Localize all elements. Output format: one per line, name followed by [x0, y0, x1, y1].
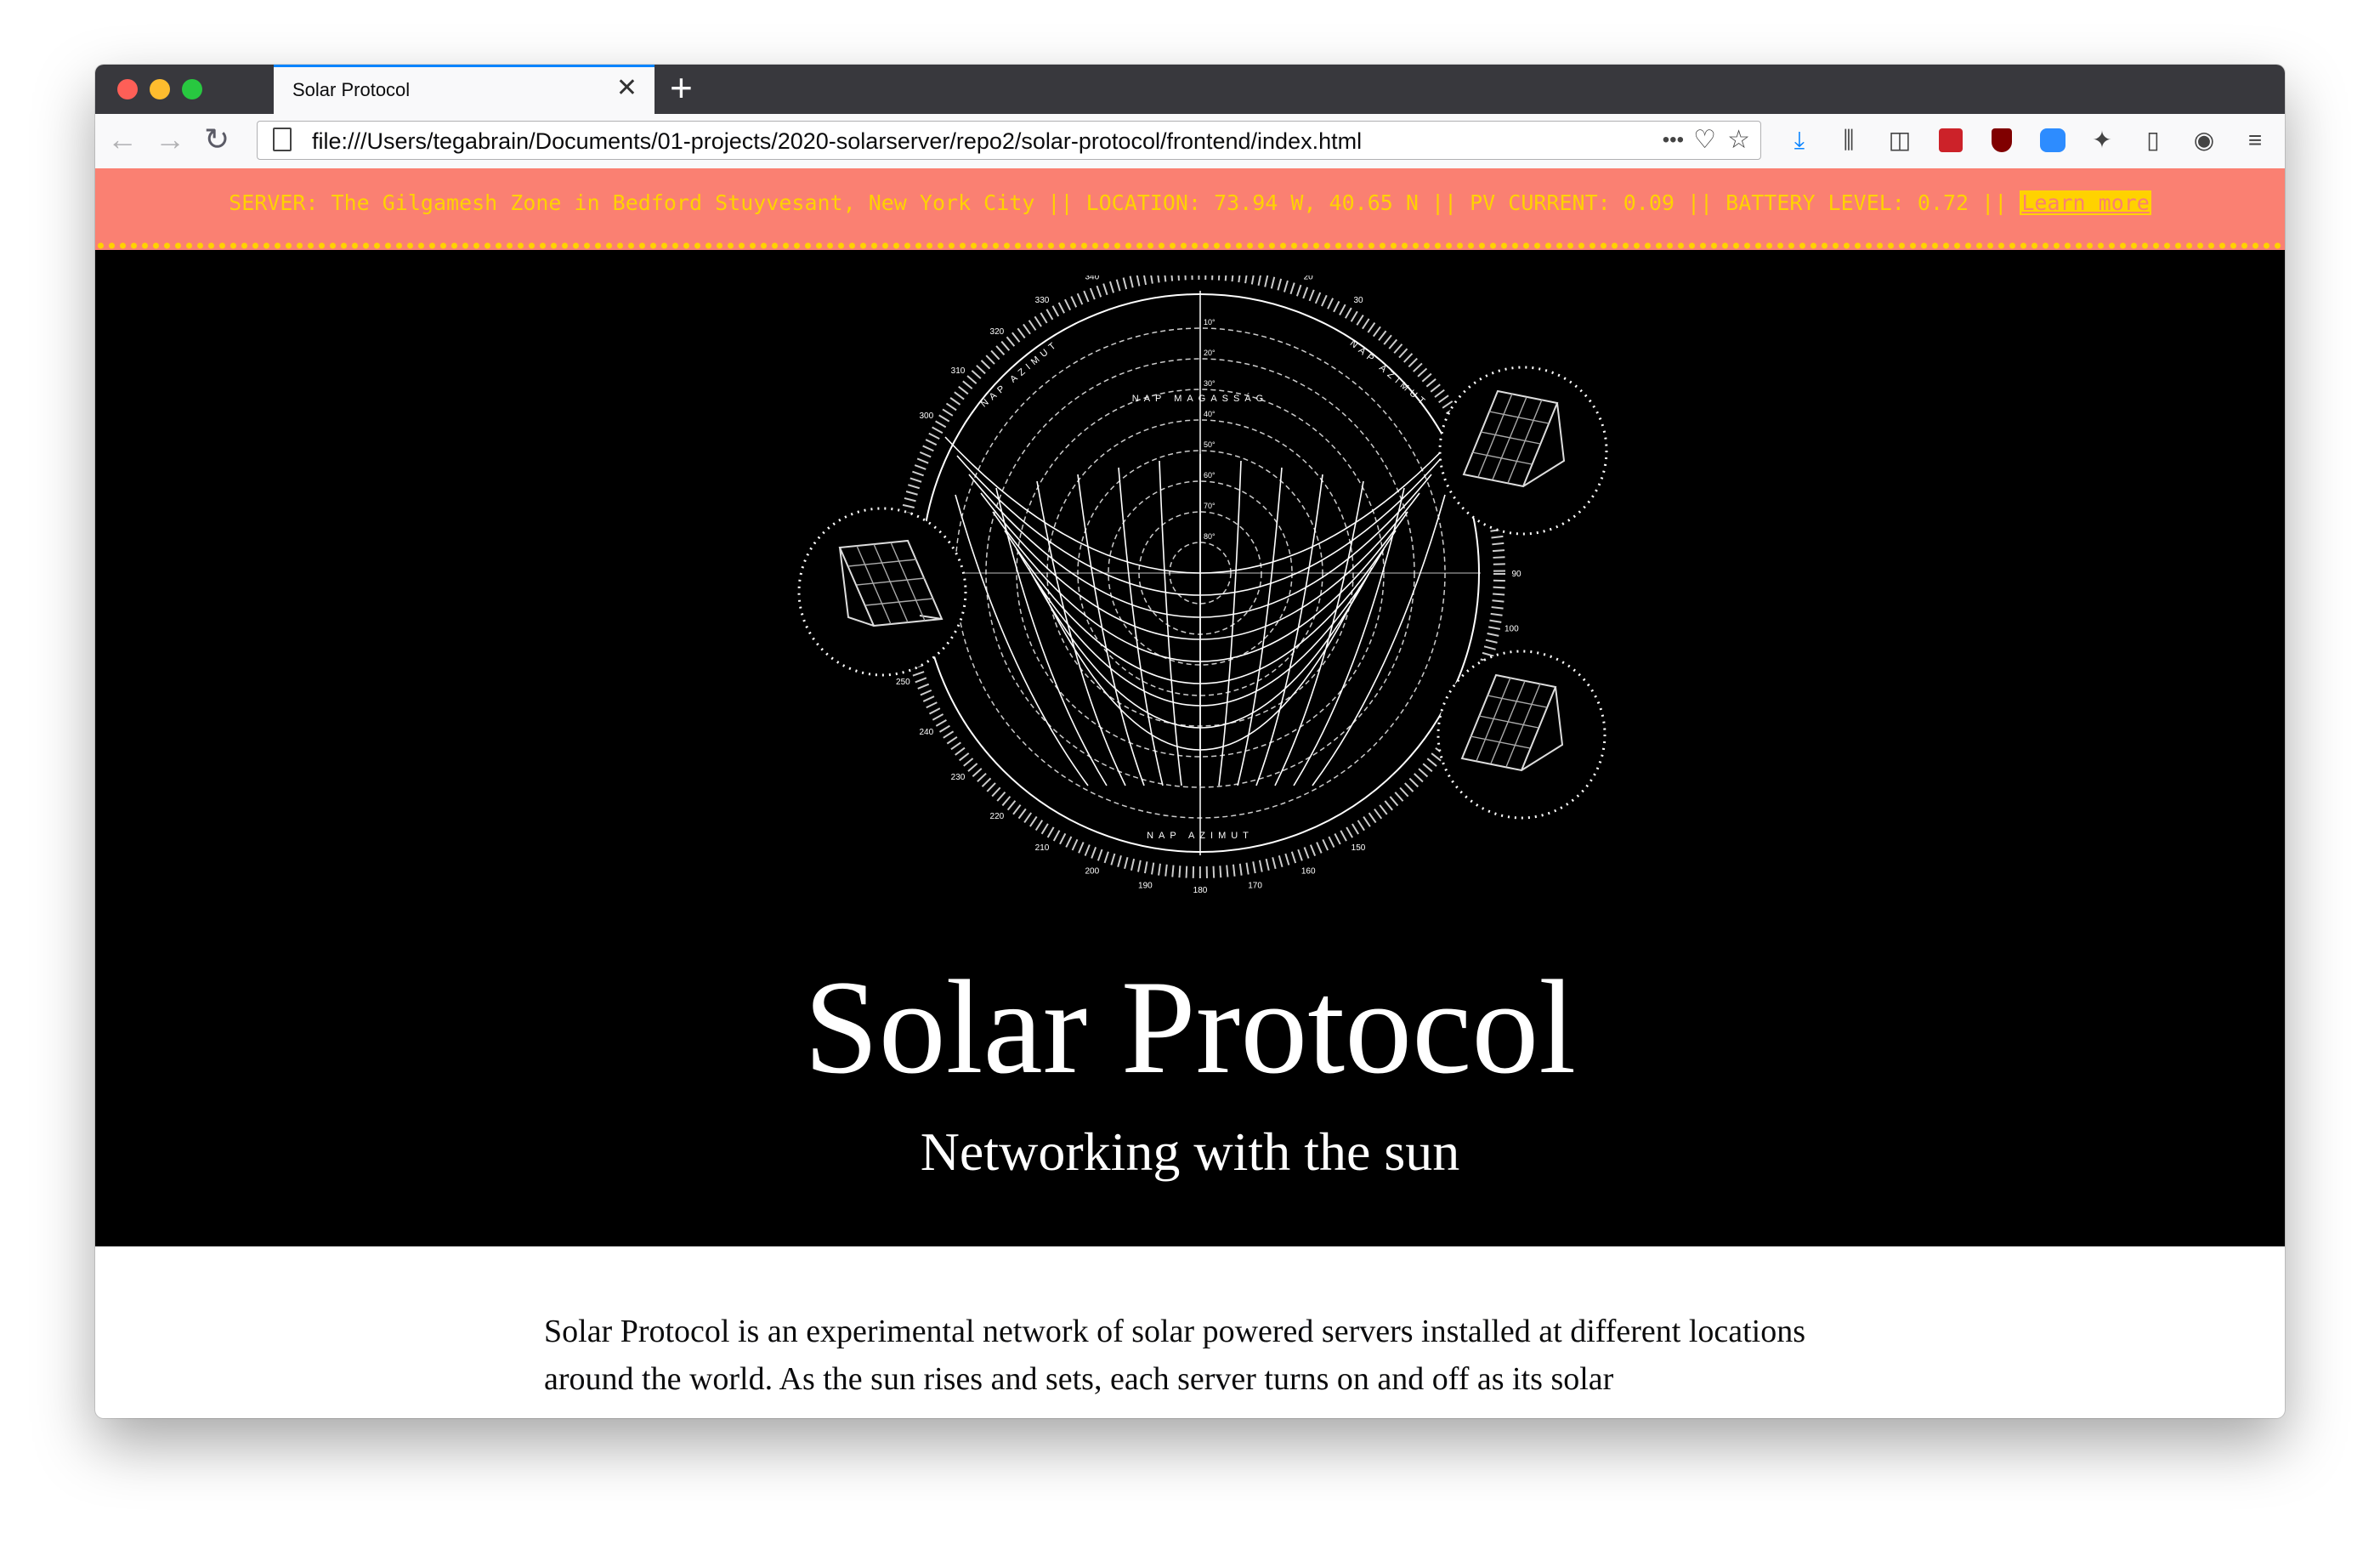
server-status-text: SERVER: The Gilgamesh Zone in Bedford St…: [229, 190, 2008, 215]
reader-icon[interactable]: ▯: [2139, 126, 2168, 155]
bookmark-star-icon[interactable]: ☆: [1727, 125, 1750, 156]
banner-dotted-border: [95, 241, 2285, 250]
hero-section: 10°20°30°40°50°60°70°80°3501020303403303…: [95, 250, 2285, 1246]
hour-line: [1255, 474, 1323, 786]
tab-solar-protocol[interactable]: Solar Protocol ✕: [274, 65, 654, 114]
compass-tick-label: 160: [1301, 867, 1316, 877]
compass-tick-label: 310: [951, 366, 966, 376]
solar-panel-top-right: [1438, 366, 1608, 536]
compass-tick-label: 100: [1504, 625, 1519, 634]
compass-tick-label: 180: [1193, 886, 1208, 895]
compass-tick-label: 220: [990, 812, 1005, 821]
downloads-icon[interactable]: ⤓: [1785, 126, 1814, 155]
compass-tick-label: 210: [1035, 843, 1050, 853]
hour-line: [1218, 460, 1242, 786]
altitude-label: NAP MAGASSÁG: [1132, 393, 1268, 404]
back-arrow-icon[interactable]: ←: [107, 122, 138, 156]
intro-paragraph: Solar Protocol is an experimental networ…: [544, 1314, 1806, 1397]
compass-tick-label: 330: [1035, 296, 1050, 305]
altitude-tick-label: 10°: [1204, 318, 1216, 326]
azimuth-label-bottom: NAP AZIMUT: [1147, 831, 1254, 841]
compass-tick-label: 20: [1304, 275, 1314, 281]
maximize-window-button[interactable]: [182, 79, 202, 99]
ublock-icon[interactable]: [1987, 126, 2016, 155]
close-window-button[interactable]: [117, 79, 138, 99]
solar-panel-bottom-right: [1436, 650, 1606, 820]
altitude-tick-label: 20°: [1204, 349, 1216, 357]
page-title: Solar Protocol: [803, 953, 1577, 1102]
url-text[interactable]: file:///Users/tegabrain/Documents/01-pro…: [312, 128, 1362, 155]
url-bar[interactable]: file:///Users/tegabrain/Documents/01-pro…: [257, 121, 1761, 160]
compass-tick-label: 190: [1138, 881, 1153, 890]
pin-icon[interactable]: ✦: [2088, 126, 2116, 155]
compass-tick-label: 300: [919, 412, 933, 421]
solar-panel-left: [797, 507, 967, 677]
page-subtitle: Networking with the sun: [920, 1121, 1460, 1182]
compass-tick-label: 320: [990, 327, 1005, 337]
page-actions-icon[interactable]: •••: [1663, 125, 1684, 156]
learn-more-link[interactable]: Learn more: [2020, 190, 2151, 215]
compass-tick-label: 240: [919, 728, 933, 737]
tab-title: Solar Protocol: [292, 79, 411, 100]
close-tab-icon[interactable]: ✕: [616, 76, 638, 101]
altitude-tick-label: 30°: [1204, 379, 1216, 388]
altitude-tick-label: 60°: [1204, 471, 1216, 480]
altitude-tick-label: 80°: [1204, 532, 1216, 541]
pinterest-icon[interactable]: ◉: [2190, 126, 2218, 155]
hour-line: [1159, 460, 1182, 786]
azimuth-label-left: NAP AZIMUT: [979, 338, 1061, 410]
compass-tick-label: 30: [1353, 296, 1363, 305]
server-status-banner: SERVER: The Gilgamesh Zone in Bedford St…: [95, 168, 2285, 250]
compass-tick-label: 230: [951, 773, 966, 782]
sun-path-chart: [895, 275, 1505, 878]
sun-path-diagram: 10°20°30°40°50°60°70°80°3501020303403303…: [797, 275, 1608, 895]
new-tab-button[interactable]: +: [670, 68, 693, 107]
compass-tick-label: 150: [1352, 843, 1366, 853]
navigation-toolbar: ← → ↻ file:///Users/tegabrain/Documents/…: [95, 114, 2285, 169]
compass-tick-label: 340: [1085, 275, 1099, 281]
altitude-tick-label: 50°: [1204, 440, 1216, 449]
compass-tick-label: 170: [1248, 881, 1262, 890]
altitude-tick-label: 70°: [1204, 502, 1216, 510]
compass-tick-labels: 10°20°30°40°50°60°70°80°3501020303403303…: [881, 275, 1522, 895]
reload-icon[interactable]: ↻: [204, 122, 230, 156]
compass-tick-label: 200: [1085, 867, 1099, 877]
minimize-window-button[interactable]: [150, 79, 170, 99]
library-icon[interactable]: ⫼: [1834, 126, 1863, 155]
azimuth-label-right: NAP AZIMUT: [1348, 338, 1430, 410]
tab-strip: Solar Protocol ✕ +: [95, 65, 2285, 114]
altitude-tick-label: 40°: [1204, 410, 1216, 418]
zoom-icon[interactable]: [2038, 126, 2067, 155]
sidebar-icon[interactable]: ◫: [1885, 126, 1914, 155]
hour-line: [1077, 474, 1145, 786]
page-icon: [273, 128, 292, 151]
hamburger-menu-icon[interactable]: ≡: [2241, 126, 2270, 155]
pocket-icon[interactable]: ♡: [1693, 125, 1716, 156]
browser-window: Solar Protocol ✕ + ← → ↻ file:///Users/t…: [95, 65, 2285, 1418]
hour-line: [1312, 494, 1446, 786]
forward-arrow-icon[interactable]: →: [155, 122, 185, 156]
compass-tick-label: 250: [896, 678, 910, 687]
lastpass-icon[interactable]: [1936, 126, 1965, 155]
compass-tick-label: 90: [1511, 570, 1522, 579]
